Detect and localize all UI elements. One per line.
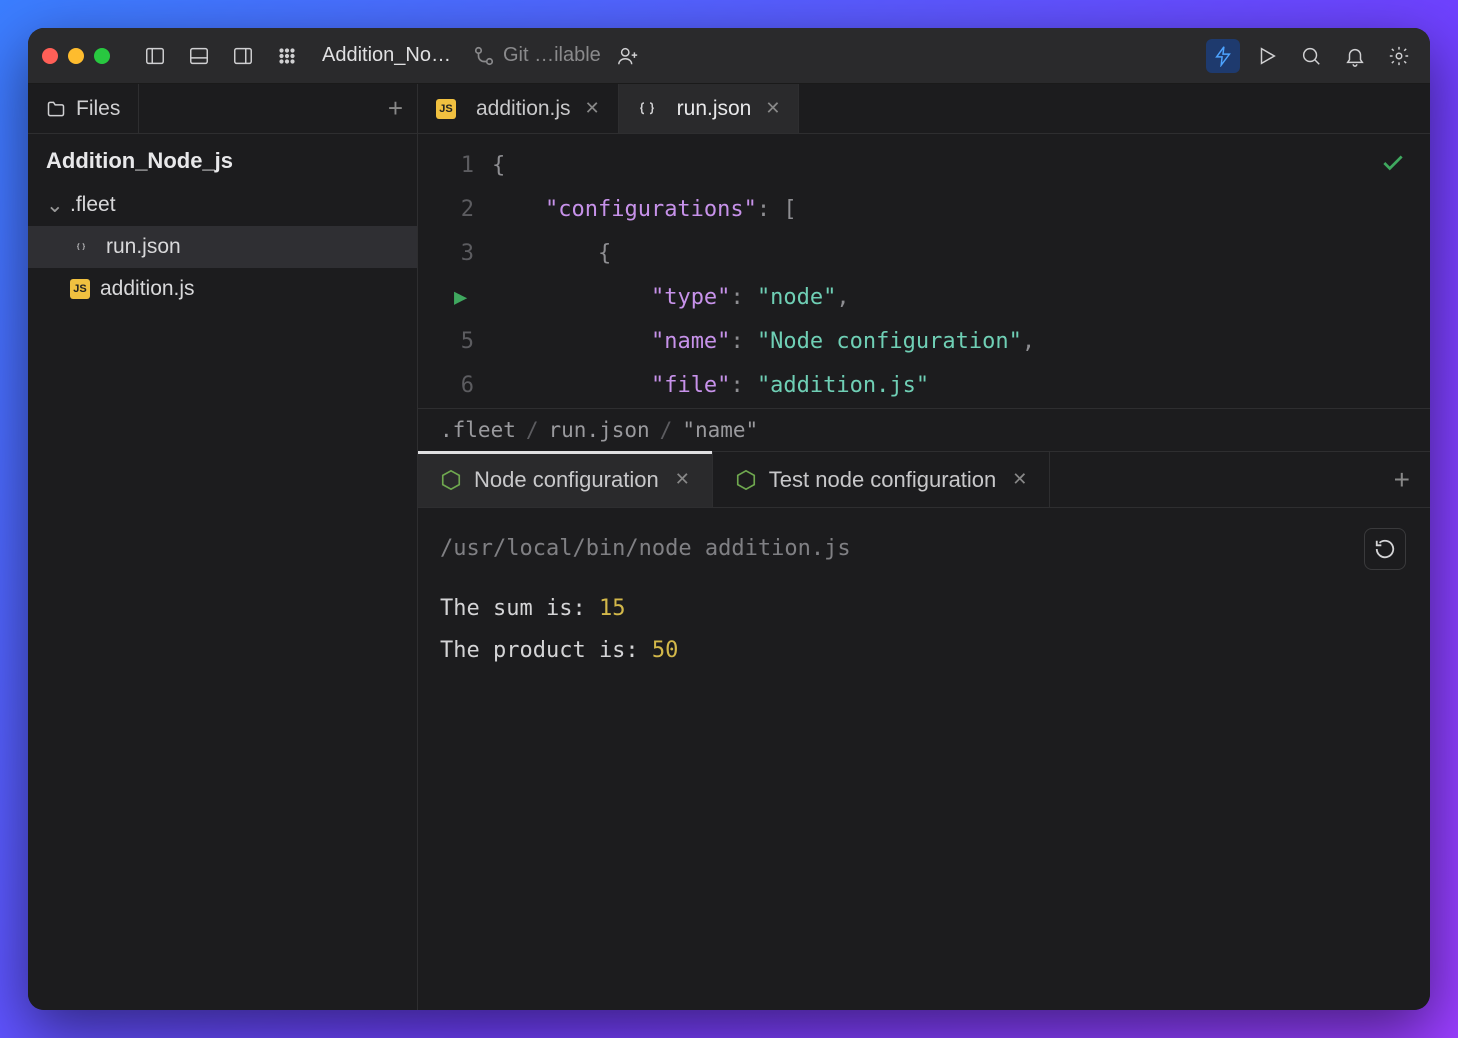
folder-name: .fleet xyxy=(70,193,116,217)
json-file-icon xyxy=(76,237,96,257)
tab-label: run.json xyxy=(677,97,752,121)
run-icon[interactable] xyxy=(1250,39,1284,73)
tree-folder-fleet[interactable]: ⌄ .fleet xyxy=(28,184,417,226)
grid-apps-icon[interactable] xyxy=(270,39,304,73)
close-window-button[interactable] xyxy=(42,48,58,64)
add-user-icon[interactable] xyxy=(611,39,645,73)
line-number-gutter: 1 2 3 ▶ 5 6 xyxy=(418,144,492,408)
output-line: The product is: 50 xyxy=(440,630,1408,672)
titlebar: Addition_No… Git …ilable xyxy=(28,28,1430,84)
app-window: Addition_No… Git …ilable Files + Additio… xyxy=(28,28,1430,1010)
file-explorer: Files + Addition_Node_js ⌄ .fleet run.js… xyxy=(28,84,418,1010)
panel-bottom-icon[interactable] xyxy=(182,39,216,73)
minimize-window-button[interactable] xyxy=(68,48,84,64)
code-content[interactable]: { "configurations": [ { "type": "node", … xyxy=(492,144,1430,408)
json-file-icon xyxy=(637,99,657,119)
close-tab-icon[interactable]: ✕ xyxy=(585,98,600,119)
breadcrumb[interactable]: .fleet / run.json / "name" xyxy=(418,408,1430,452)
file-tree: ⌄ .fleet run.json JS addition.js xyxy=(28,184,417,310)
chevron-down-icon: ⌄ xyxy=(46,193,70,218)
panel-right-icon[interactable] xyxy=(226,39,260,73)
close-tab-icon[interactable]: ✕ xyxy=(765,98,780,119)
editor-tab-bar: JS addition.js ✕ run.json ✕ xyxy=(418,84,1430,134)
run-command: /usr/local/bin/node addition.js xyxy=(440,528,1408,570)
tree-file-run-json[interactable]: run.json xyxy=(28,226,417,268)
window-controls xyxy=(42,48,110,64)
panel-left-icon[interactable] xyxy=(138,39,172,73)
files-tab[interactable]: Files xyxy=(28,84,139,133)
js-file-icon: JS xyxy=(70,279,90,299)
files-tab-label: Files xyxy=(76,97,120,121)
nodejs-icon xyxy=(440,469,462,491)
git-status[interactable]: Git …ilable xyxy=(473,44,601,67)
run-output[interactable]: /usr/local/bin/node addition.js The sum … xyxy=(418,508,1430,1010)
tab-run-json[interactable]: run.json ✕ xyxy=(619,84,800,133)
sidebar-tab-bar: Files + xyxy=(28,84,417,134)
editor-area: JS addition.js ✕ run.json ✕ 1 2 3 ▶ 5 xyxy=(418,84,1430,1010)
settings-icon[interactable] xyxy=(1382,39,1416,73)
breadcrumb-segment[interactable]: run.json xyxy=(549,418,650,442)
window-title: Addition_No… xyxy=(322,44,451,67)
run-tab-test-node-config[interactable]: Test node configuration ✕ xyxy=(713,452,1051,507)
run-gutter-icon[interactable]: ▶ xyxy=(454,276,467,320)
close-tab-icon[interactable]: ✕ xyxy=(1012,469,1027,490)
line-number: 2 xyxy=(418,188,474,232)
close-tab-icon[interactable]: ✕ xyxy=(675,469,690,490)
run-tab-label: Node configuration xyxy=(474,467,659,493)
output-line: The sum is: 15 xyxy=(440,588,1408,630)
breadcrumb-separator: / xyxy=(660,418,673,442)
search-icon[interactable] xyxy=(1294,39,1328,73)
nodejs-icon xyxy=(735,469,757,491)
file-name: run.json xyxy=(106,235,181,259)
add-panel-button[interactable]: + xyxy=(388,93,403,124)
problems-ok-icon[interactable] xyxy=(1380,150,1406,181)
tab-addition-js[interactable]: JS addition.js ✕ xyxy=(418,84,619,133)
code-editor[interactable]: 1 2 3 ▶ 5 6 { "configurations": [ { "typ… xyxy=(418,134,1430,408)
rerun-button[interactable] xyxy=(1364,528,1406,570)
breadcrumb-segment[interactable]: "name" xyxy=(682,418,758,442)
line-number: 1 xyxy=(418,144,474,188)
tree-file-addition-js[interactable]: JS addition.js xyxy=(28,268,417,310)
maximize-window-button[interactable] xyxy=(94,48,110,64)
breadcrumb-segment[interactable]: .fleet xyxy=(440,418,516,442)
add-run-tab-button[interactable]: + xyxy=(1394,464,1410,496)
smart-mode-icon[interactable] xyxy=(1206,39,1240,73)
project-root[interactable]: Addition_Node_js xyxy=(28,134,417,184)
line-number: 6 xyxy=(418,364,474,408)
git-label: Git …ilable xyxy=(503,44,601,67)
breadcrumb-separator: / xyxy=(526,418,539,442)
run-tab-bar: Node configuration ✕ Test node configura… xyxy=(418,452,1430,508)
run-tab-label: Test node configuration xyxy=(769,467,997,493)
line-number: 5 xyxy=(418,320,474,364)
run-tab-node-config[interactable]: Node configuration ✕ xyxy=(418,452,713,507)
tab-label: addition.js xyxy=(476,97,571,121)
line-number: 3 xyxy=(418,232,474,276)
notifications-icon[interactable] xyxy=(1338,39,1372,73)
js-file-icon: JS xyxy=(436,99,456,119)
file-name: addition.js xyxy=(100,277,195,301)
